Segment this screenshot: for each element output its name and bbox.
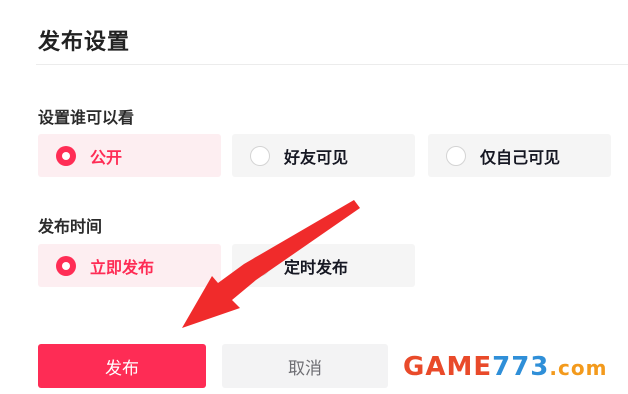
visibility-option-friends[interactable]: 好友可见 — [232, 134, 415, 177]
radio-unchecked-icon[interactable] — [250, 255, 270, 276]
watermark-part: 773 — [492, 352, 550, 382]
annotation-arrow-icon — [182, 200, 360, 328]
watermark-part: GAME — [403, 352, 493, 382]
publish-time-section-label: 发布时间 — [38, 217, 103, 236]
watermark-logo: GAME773.com — [403, 352, 607, 382]
publish-time-option-label: 立即发布 — [90, 257, 155, 277]
publish-time-option-label: 定时发布 — [284, 257, 349, 277]
publish-button[interactable]: 发布 — [38, 344, 206, 388]
visibility-option-private[interactable]: 仅自己可见 — [428, 134, 611, 177]
radio-unchecked-icon[interactable] — [250, 145, 270, 166]
visibility-option-public[interactable]: 公开 — [38, 134, 221, 177]
visibility-section-label: 设置谁可以看 — [38, 108, 135, 127]
page-title: 发布设置 — [38, 30, 131, 55]
visibility-option-label: 仅自己可见 — [480, 147, 561, 167]
cancel-button[interactable]: 取消 — [222, 344, 388, 388]
radio-checked-icon[interactable] — [56, 255, 76, 276]
divider — [36, 64, 628, 65]
visibility-option-label: 公开 — [90, 147, 123, 167]
radio-checked-icon[interactable] — [56, 145, 76, 166]
publish-time-option-scheduled[interactable]: 定时发布 — [232, 244, 415, 287]
watermark-part: .com — [549, 356, 608, 380]
radio-unchecked-icon[interactable] — [446, 145, 466, 166]
visibility-option-label: 好友可见 — [284, 147, 349, 167]
publish-time-option-now[interactable]: 立即发布 — [38, 244, 221, 287]
